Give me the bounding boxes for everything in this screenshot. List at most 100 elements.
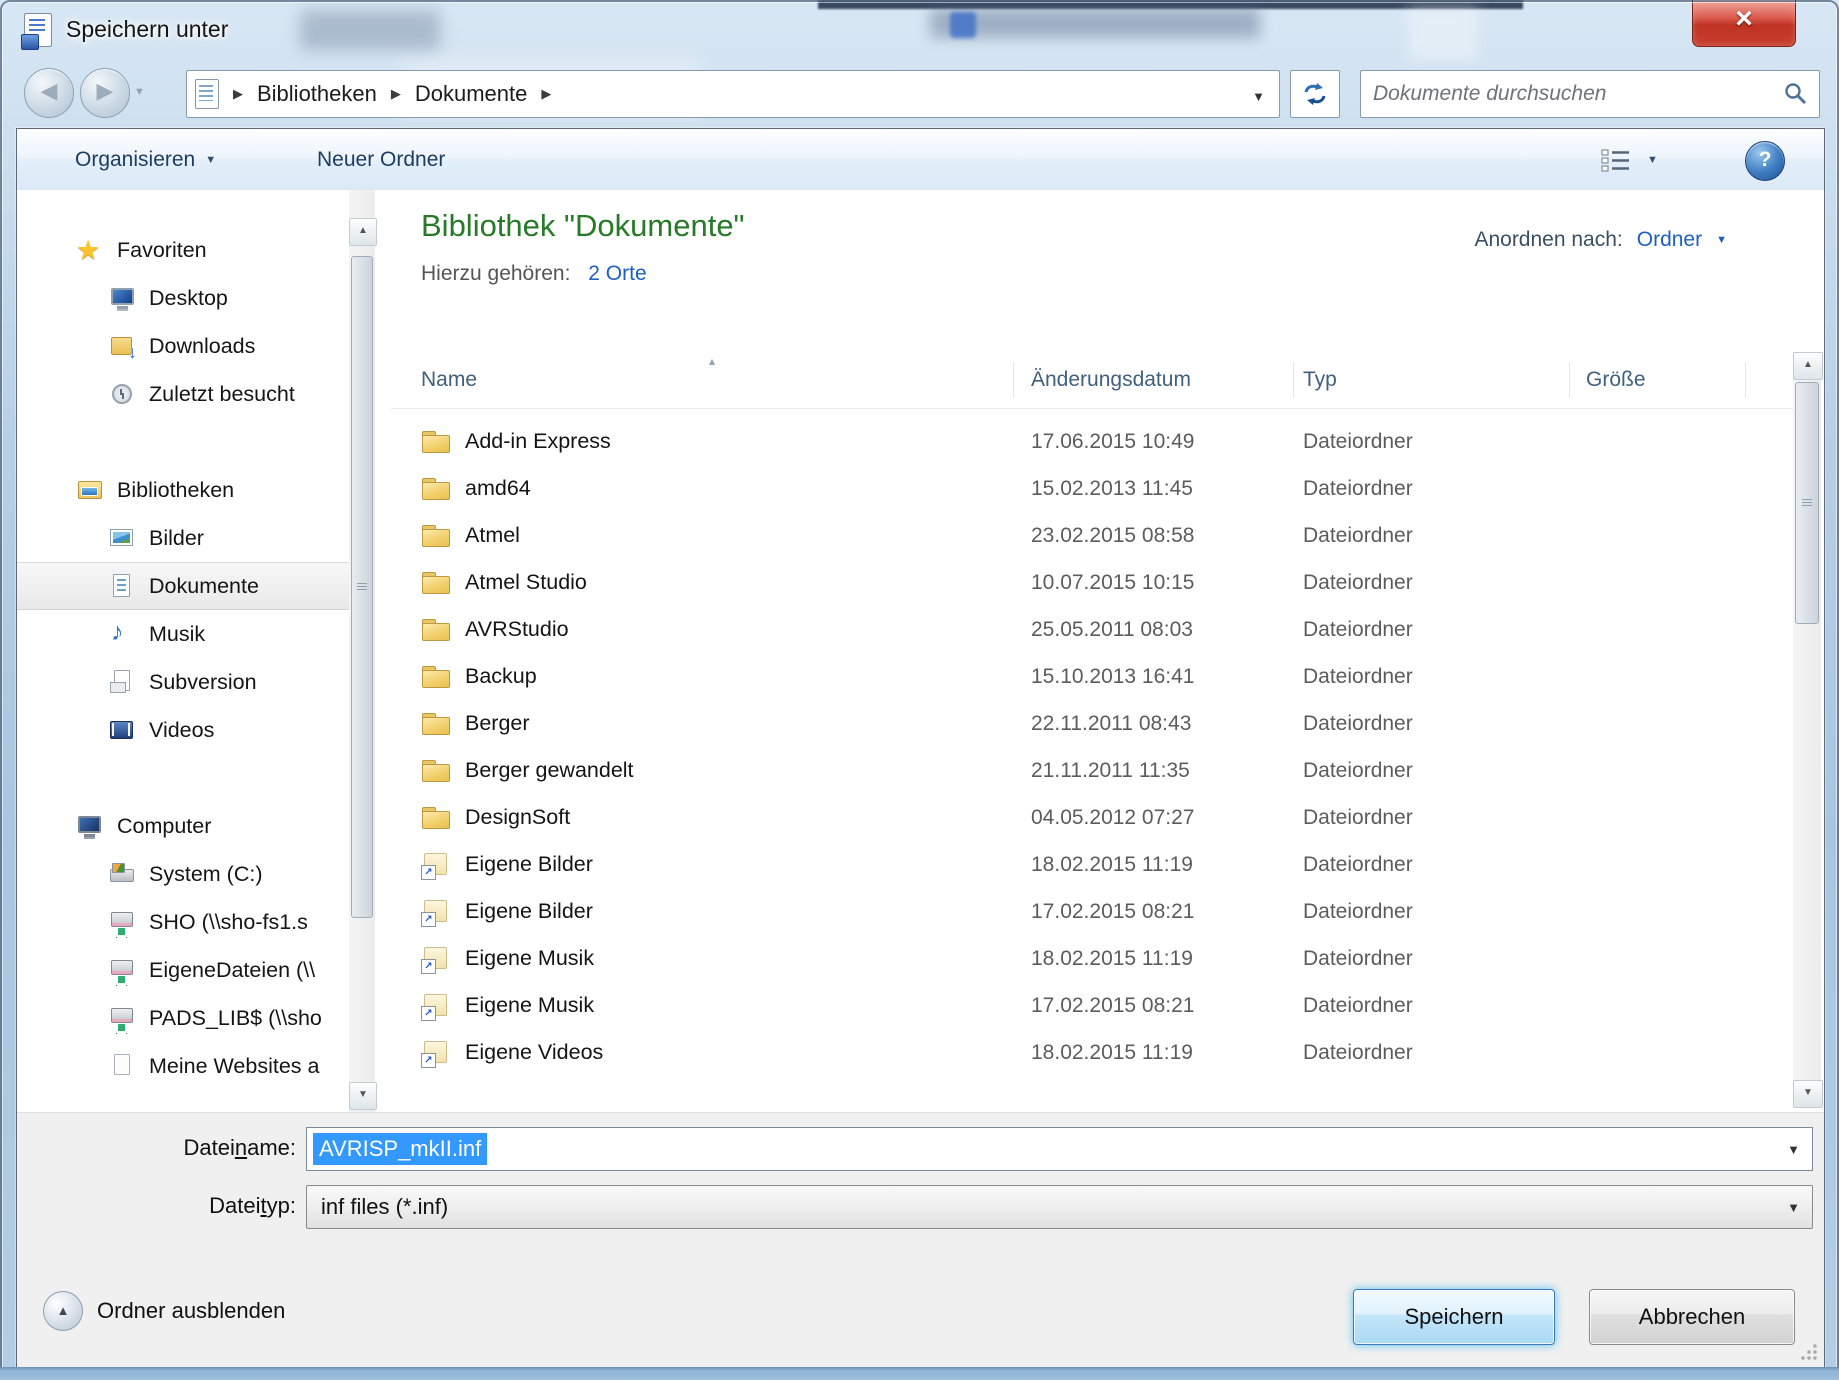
sidebar-item-musik[interactable]: Musik — [17, 610, 349, 658]
cancel-button[interactable]: Abbrechen — [1589, 1289, 1795, 1345]
scroll-down-icon[interactable]: ▼ — [1793, 1080, 1823, 1108]
sidebar-group-bibliotheken-header[interactable]: Bibliotheken — [17, 466, 349, 514]
save-button[interactable]: Speichern — [1353, 1289, 1555, 1345]
filetype-select[interactable]: inf files (*.inf) ▼ — [306, 1185, 1813, 1229]
arrange-value-dropdown[interactable]: Ordner — [1637, 228, 1702, 252]
file-type: Dateiordner — [1303, 1041, 1586, 1065]
address-bar[interactable]: ▶ Bibliotheken ▶ Dokumente ▶ ▼ — [186, 70, 1280, 118]
file-row-eigene-bilder[interactable]: Eigene Bilder17.02.2015 08:21Dateiordner — [391, 888, 1793, 935]
file-row-designsoft[interactable]: DesignSoft04.05.2012 07:27Dateiordner — [391, 794, 1793, 841]
file-row-atmel-studio[interactable]: Atmel Studio10.07.2015 10:15Dateiordner — [391, 559, 1793, 606]
sidebar-item-label: Meine Websites a — [149, 1054, 320, 1079]
pictures-icon — [109, 525, 135, 551]
sidebar-item-pads-lib-sho[interactable]: PADS_LIB$ (\\sho — [17, 994, 349, 1042]
file-row-eigene-musik[interactable]: Eigene Musik18.02.2015 11:19Dateiordner — [391, 935, 1793, 982]
organize-label: Organisieren — [75, 148, 195, 172]
sidebar-item-zuletzt-besucht[interactable]: Zuletzt besucht — [17, 370, 349, 418]
search-icon[interactable] — [1783, 81, 1809, 107]
hide-folders-label[interactable]: Ordner ausblenden — [97, 1298, 285, 1324]
file-date: 18.02.2015 11:19 — [1031, 853, 1303, 877]
file-name: DesignSoft — [465, 805, 570, 830]
breadcrumb-item-dokumente[interactable]: Dokumente — [415, 81, 528, 107]
file-row-berger[interactable]: Berger22.11.2011 08:43Dateiordner — [391, 700, 1793, 747]
file-row-eigene-musik[interactable]: Eigene Musik17.02.2015 08:21Dateiordner — [391, 982, 1793, 1029]
filetype-value: inf files (*.inf) — [321, 1194, 448, 1220]
list-view-icon — [1601, 147, 1631, 173]
column-header-size[interactable]: Größe — [1586, 368, 1793, 392]
column-header-name[interactable]: Name — [421, 368, 1031, 392]
file-type: Dateiordner — [1303, 477, 1586, 501]
resize-grip[interactable] — [1800, 1343, 1818, 1361]
sidebar-scrollbar-thumb[interactable] — [351, 256, 373, 918]
recent-locations-dropdown[interactable]: ▼ — [134, 86, 145, 98]
network-drive-icon — [109, 909, 135, 935]
sidebar-group-computer-header[interactable]: Computer — [17, 802, 349, 850]
music-icon — [109, 621, 135, 647]
address-dropdown-icon[interactable]: ▼ — [1252, 89, 1265, 104]
sidebar-item-downloads[interactable]: Downloads — [17, 322, 349, 370]
folder-icon — [421, 616, 451, 643]
sidebar-item-dokumente[interactable]: Dokumente — [17, 562, 349, 610]
file-row-eigene-bilder[interactable]: Eigene Bilder18.02.2015 11:19Dateiordner — [391, 841, 1793, 888]
file-list-scrollbar-thumb[interactable] — [1795, 382, 1819, 624]
file-row-amd64[interactable]: amd6415.02.2013 11:45Dateiordner — [391, 465, 1793, 512]
help-button[interactable]: ? — [1745, 141, 1785, 181]
scrollbar-grip — [1802, 499, 1812, 507]
scroll-up-icon[interactable]: ▲ — [1793, 352, 1823, 380]
file-type: Dateiordner — [1303, 524, 1586, 548]
forward-button[interactable]: ▶ — [80, 68, 130, 118]
search-input[interactable] — [1371, 74, 1775, 114]
file-row-add-in-express[interactable]: Add-in Express17.06.2015 10:49Dateiordne… — [391, 418, 1793, 465]
file-row-backup[interactable]: Backup15.10.2013 16:41Dateiordner — [391, 653, 1793, 700]
folder-icon — [421, 710, 451, 737]
column-headers: Name Änderungsdatum Typ Größe ▴ — [391, 352, 1793, 409]
scroll-up-icon[interactable]: ▲ — [349, 218, 377, 246]
file-row-eigene-videos[interactable]: Eigene Videos18.02.2015 11:19Dateiordner — [391, 1029, 1793, 1076]
file-date: 17.02.2015 08:21 — [1031, 900, 1303, 924]
file-type: Dateiordner — [1303, 712, 1586, 736]
file-row-atmel[interactable]: Atmel23.02.2015 08:58Dateiordner — [391, 512, 1793, 559]
hide-folders-button[interactable]: ▲ — [43, 1291, 83, 1331]
file-row-avrstudio[interactable]: AVRStudio25.05.2011 08:03Dateiordner — [391, 606, 1793, 653]
organize-button[interactable]: Organisieren ▼ — [61, 129, 230, 190]
file-row-berger-gewandelt[interactable]: Berger gewandelt21.11.2011 11:35Dateiord… — [391, 747, 1793, 794]
sidebar-item-subversion[interactable]: Subversion — [17, 658, 349, 706]
sidebar-item-label: Downloads — [149, 334, 255, 359]
sidebar-group-favoriten-header[interactable]: Favoriten — [17, 226, 349, 274]
breadcrumb-item-bibliotheken[interactable]: Bibliotheken — [257, 81, 377, 107]
libraries-icon — [77, 477, 103, 503]
back-button[interactable]: ◀ — [24, 68, 74, 118]
sidebar-item-system-c[interactable]: System (C:) — [17, 850, 349, 898]
title-bar: Speichern unter × — [0, 0, 1839, 62]
new-folder-button[interactable]: Neuer Ordner — [303, 129, 459, 190]
sidebar-item-bilder[interactable]: Bilder — [17, 514, 349, 562]
chevron-down-icon[interactable]: ▼ — [1787, 1142, 1800, 1157]
file-name: Atmel Studio — [465, 570, 587, 595]
folder-icon — [421, 522, 451, 549]
sidebar-group-label: Bibliotheken — [117, 478, 234, 503]
sidebar-item-label: SHO (\\sho-fs1.s — [149, 910, 308, 935]
refresh-button[interactable] — [1290, 70, 1340, 118]
file-type: Dateiordner — [1303, 853, 1586, 877]
desktop-icon — [109, 285, 135, 311]
library-includes: Hierzu gehören: 2 Orte — [421, 262, 647, 286]
column-header-type[interactable]: Typ — [1303, 368, 1586, 392]
filename-input[interactable]: AVRISP_mkII.inf ▼ — [306, 1127, 1813, 1171]
close-button[interactable]: × — [1692, 0, 1796, 47]
file-list-scrollbar[interactable]: ▲ ▼ — [1793, 352, 1821, 1108]
file-type: Dateiordner — [1303, 759, 1586, 783]
sidebar-item-desktop[interactable]: Desktop — [17, 274, 349, 322]
sidebar-item-videos[interactable]: Videos — [17, 706, 349, 754]
scroll-down-icon[interactable]: ▼ — [349, 1082, 377, 1110]
chevron-up-icon: ▲ — [44, 1303, 82, 1318]
column-header-date[interactable]: Änderungsdatum — [1031, 368, 1303, 392]
background-window-edge — [0, 1367, 1839, 1380]
sidebar-item-eigenedateien[interactable]: EigeneDateien (\\ — [17, 946, 349, 994]
sidebar-item-sho-sho-fs1-s[interactable]: SHO (\\sho-fs1.s — [17, 898, 349, 946]
sidebar-scrollbar[interactable]: ▲ ▼ — [349, 190, 375, 1112]
sidebar-item-meine-websites-a[interactable]: Meine Websites a — [17, 1042, 349, 1090]
includes-locations-link[interactable]: 2 Orte — [588, 262, 646, 285]
views-button[interactable]: ▼ — [1601, 141, 1713, 179]
file-type: Dateiordner — [1303, 665, 1586, 689]
websites-icon — [109, 1053, 135, 1079]
